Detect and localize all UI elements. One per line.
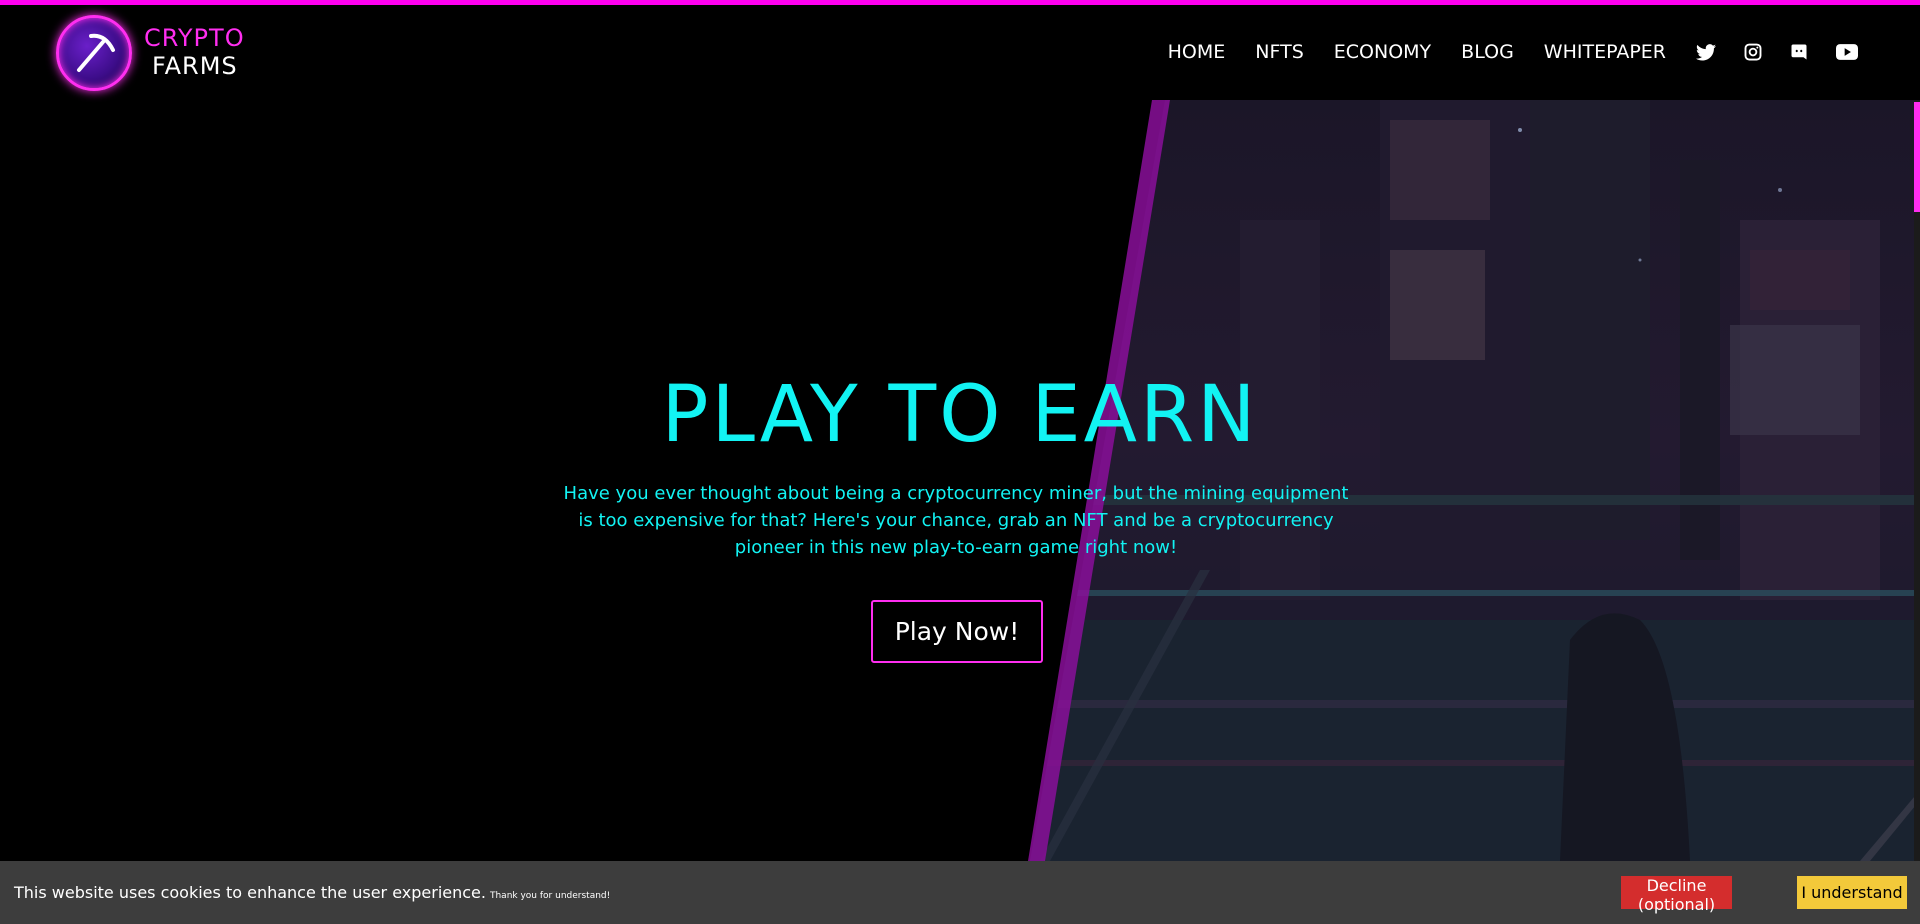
nav-whitepaper[interactable]: WHITEPAPER (1544, 41, 1666, 63)
logo-line-crypto: CRYPTO (144, 24, 245, 53)
cookie-banner: This website uses cookies to enhance the… (0, 861, 1920, 924)
nav-nfts[interactable]: NFTS (1255, 41, 1303, 63)
youtube-icon[interactable] (1836, 44, 1858, 60)
play-now-button[interactable]: Play Now! (871, 600, 1043, 663)
logo-line-farms: FARMS (152, 52, 238, 80)
site-logo[interactable]: CRYPTO FARMS (56, 15, 245, 91)
hero-title: PLAY TO EARN (661, 370, 1259, 460)
hero-description: Have you ever thought about being a cryp… (563, 483, 1349, 558)
cookie-message-text: This website uses cookies to enhance the… (14, 883, 486, 902)
scrollbar-thumb[interactable] (1914, 102, 1920, 212)
logo-text: CRYPTO FARMS (144, 25, 245, 80)
nav-economy[interactable]: ECONOMY (1334, 41, 1431, 63)
decline-cookies-button[interactable]: Decline (optional) (1621, 876, 1732, 914)
nav-blog[interactable]: BLOG (1461, 41, 1514, 63)
accept-cookies-button[interactable]: I understand (1797, 876, 1907, 909)
hero-section: PLAY TO EARN Have you ever thought about… (0, 100, 1920, 861)
scrollbar[interactable] (1914, 100, 1920, 861)
instagram-icon[interactable] (1744, 43, 1762, 61)
pickaxe-icon (56, 15, 132, 91)
twitter-icon[interactable] (1696, 43, 1716, 61)
social-links (1696, 43, 1858, 61)
cookie-small-note: Thank you for understand! (489, 891, 611, 901)
main-nav: HOME NFTS ECONOMY BLOG WHITEPAPER (1138, 41, 1858, 63)
site-header: CRYPTO FARMS HOME NFTS ECONOMY BLOG WHIT… (0, 5, 1920, 100)
cookie-message: This website uses cookies to enhance the… (14, 883, 610, 902)
nav-home[interactable]: HOME (1168, 41, 1226, 63)
discord-icon[interactable] (1790, 43, 1808, 61)
